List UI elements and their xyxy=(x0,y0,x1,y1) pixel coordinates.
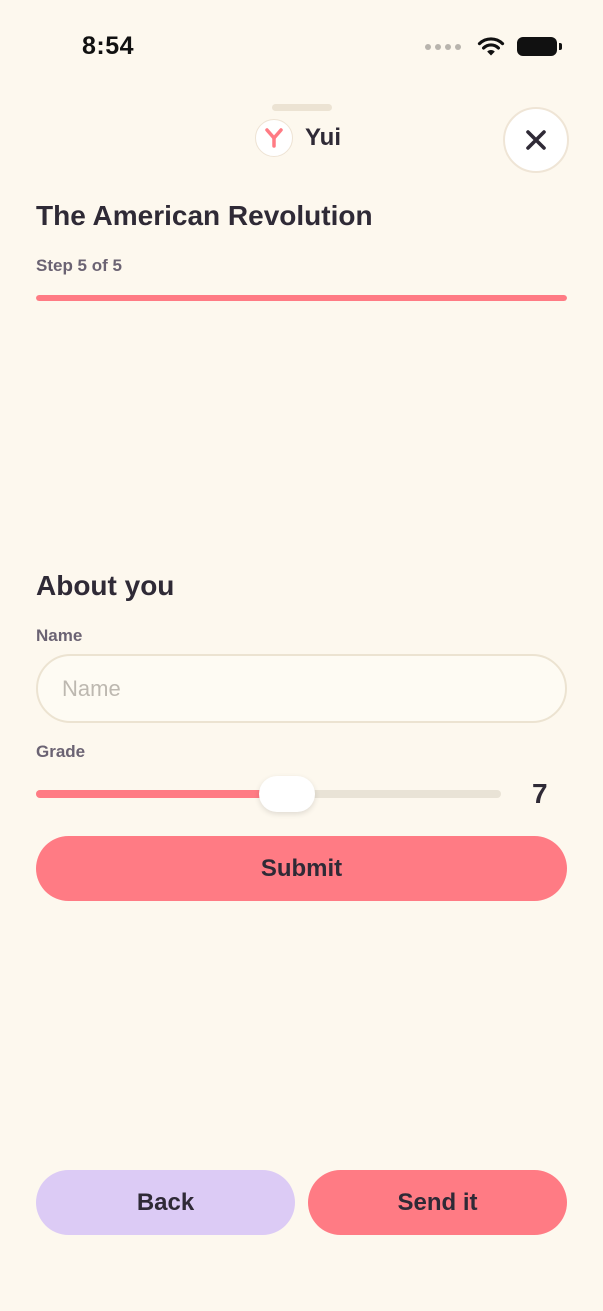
slider-thumb[interactable] xyxy=(259,776,316,812)
name-input[interactable] xyxy=(36,654,567,723)
back-button[interactable]: Back xyxy=(36,1170,295,1235)
app-header: Yui xyxy=(0,107,603,173)
name-label: Name xyxy=(36,626,83,645)
page-title: The American Revolution xyxy=(36,200,373,231)
grade-slider[interactable] xyxy=(36,776,501,812)
step-label: Step 5 of 5 xyxy=(36,256,122,275)
cellular-signal-icon xyxy=(425,43,461,50)
brand-logo-icon xyxy=(255,119,293,157)
grade-label: Grade xyxy=(36,742,86,761)
status-bar: 8:54 xyxy=(0,0,603,96)
slider-fill xyxy=(36,790,288,798)
brand: Yui xyxy=(255,119,341,157)
grade-value: 7 xyxy=(532,778,548,809)
progress-fill xyxy=(36,295,567,301)
sheet-grabber[interactable] xyxy=(272,104,332,111)
close-button[interactable] xyxy=(503,107,569,173)
submit-button[interactable]: Submit xyxy=(36,836,567,901)
close-icon xyxy=(526,130,546,150)
brand-name: Yui xyxy=(305,124,342,151)
status-time: 8:54 xyxy=(82,32,135,60)
progress-bar xyxy=(36,295,567,301)
status-icons xyxy=(425,36,562,57)
wifi-icon xyxy=(477,37,505,56)
send-it-button[interactable]: Send it xyxy=(308,1170,567,1235)
section-title: About you xyxy=(36,570,175,601)
battery-icon xyxy=(517,37,562,56)
